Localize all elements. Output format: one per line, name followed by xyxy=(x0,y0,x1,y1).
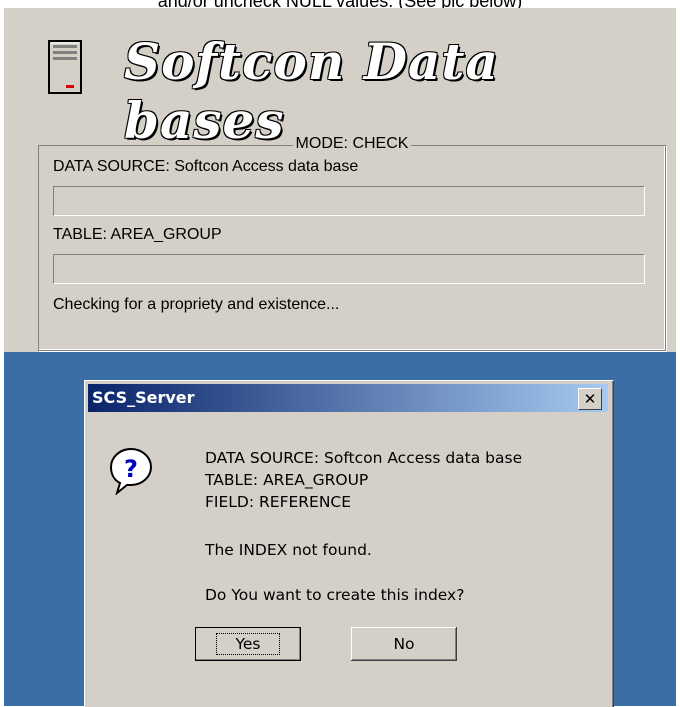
yes-button[interactable]: Yes xyxy=(195,627,301,661)
server-tower-icon xyxy=(48,40,82,94)
no-button[interactable]: No xyxy=(351,627,457,661)
status-text: Checking for a propriety and existence..… xyxy=(53,296,340,313)
dialog-data-source: DATA SOURCE: Softcon Access data base xyxy=(205,449,523,467)
close-icon: ✕ xyxy=(583,390,597,408)
data-source-label: DATA SOURCE: Softcon Access data base xyxy=(53,158,359,175)
dialog-table: TABLE: AREA_GROUP xyxy=(205,471,369,489)
table-label: TABLE: AREA_GROUP xyxy=(53,226,222,243)
dialog-titlebar[interactable]: SCS_Server ✕ xyxy=(88,384,608,412)
top-caption: and/or uncheck NULL values. (See pic bel… xyxy=(0,0,680,8)
dialog-question: Do You want to create this index? xyxy=(205,586,465,604)
mode-label: MODE: CHECK xyxy=(292,135,412,152)
app-window: Softcon Data bases MODE: CHECK DATA SOUR… xyxy=(4,8,676,352)
dialog-field: FIELD: REFERENCE xyxy=(205,493,352,511)
data-source-progress xyxy=(53,186,645,216)
svg-text:?: ? xyxy=(124,455,138,483)
question-icon: ? xyxy=(109,447,153,495)
message-dialog: SCS_Server ✕ ? DATA SOURCE: Softcon Acce… xyxy=(84,380,614,707)
dialog-title: SCS_Server xyxy=(92,388,195,407)
table-progress xyxy=(53,254,645,284)
app-title: Softcon Data bases xyxy=(124,32,499,150)
mode-group: MODE: CHECK DATA SOURCE: Softcon Access … xyxy=(38,135,666,351)
close-button[interactable]: ✕ xyxy=(578,388,602,410)
dialog-index-message: The INDEX not found. xyxy=(205,541,372,559)
